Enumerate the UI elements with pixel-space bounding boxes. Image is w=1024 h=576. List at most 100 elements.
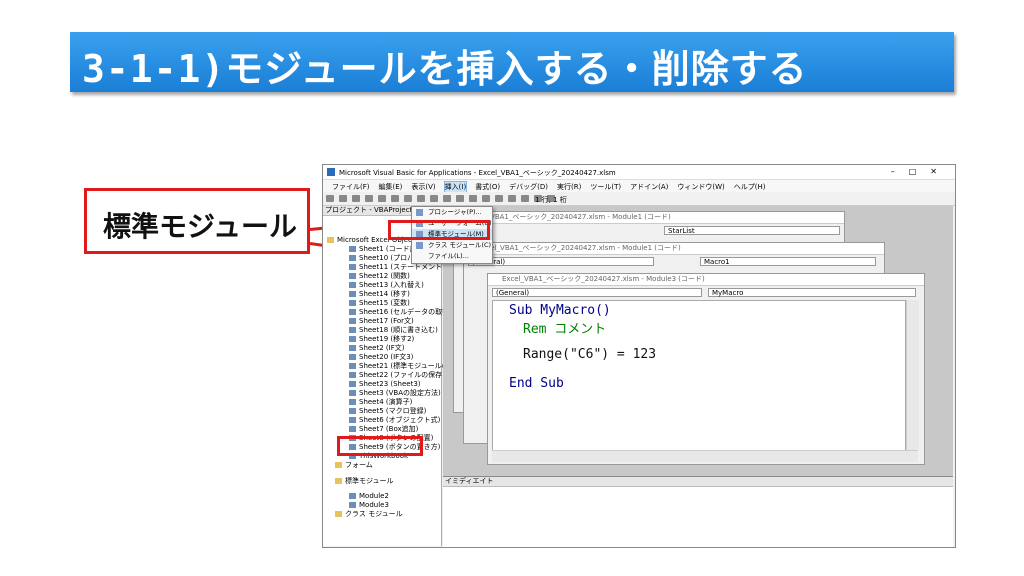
insert-module-icon[interactable] [339,195,347,202]
menu-file[interactable]: ファイル(F) [332,182,370,192]
folder-icon [335,462,342,468]
code-editor[interactable]: Sub MyMacro() Rem コメント Range("C6") = 123… [492,300,906,452]
object-combo[interactable]: (General) [492,288,702,297]
sheet-icon [349,426,356,432]
callout-box: 標準モジュール [84,188,310,254]
sheet-icon [349,327,356,333]
menu-insert[interactable]: 挿入(I) [443,181,468,193]
sheet-icon [349,390,356,396]
sheet-icon [349,399,356,405]
menu-window[interactable]: ウィンドウ(W) [677,182,724,192]
tree-node[interactable]: Sheet3 (VBAの設定方法) [349,389,441,398]
tree-node[interactable]: Sheet2 (IF文) [349,344,404,353]
paste-icon[interactable] [391,195,399,202]
redo-icon[interactable] [430,195,438,202]
tree-node[interactable]: Sheet18 (順に書き込む) [349,326,438,335]
tree-node[interactable]: Module3 [349,501,389,510]
immediate-window-title: イミディエイト [443,477,953,487]
cut-icon[interactable] [365,195,373,202]
menu-tools[interactable]: ツール(T) [590,182,621,192]
code-vertical-scrollbar[interactable] [906,300,919,450]
sheet-icon [349,318,356,324]
menu-help[interactable]: ヘルプ(H) [734,182,766,192]
save-icon[interactable] [352,195,360,202]
tree-node[interactable]: Module2 [349,492,389,501]
code-line-end-sub: End Sub [509,376,564,391]
procedure-icon [416,209,423,216]
sheet-icon [349,345,356,351]
sheet-icon [349,408,356,414]
tree-node[interactable]: Sheet20 (IF文3) [349,353,413,362]
tree-node[interactable]: Sheet13 (入れ替え) [349,281,424,290]
cursor-position: 1 行, 1 桁 [535,196,567,204]
insert-file-item[interactable]: ファイル(L)... [412,251,492,262]
tree-node[interactable]: クラス モジュール [335,510,403,519]
sheet-icon [349,336,356,342]
sheet-icon [349,246,356,252]
code-window-3: Excel_VBA1_ベーシック_20240427.xlsm - Module3… [487,273,925,465]
sheet-icon [349,417,356,423]
run-icon[interactable] [443,195,451,202]
tree-node-standard-module[interactable]: 標準モジュール [335,477,394,486]
procedure-combo-2[interactable]: Macro1 [700,257,876,266]
tree-node[interactable]: Sheet12 (関数) [349,272,410,281]
vbe-title-bar: Microsoft Visual Basic for Applications … [323,165,955,180]
tree-node[interactable]: Sheet4 (演算子) [349,398,412,407]
folder-icon [327,237,334,243]
window-controls[interactable]: –□✕ [891,167,951,176]
highlight-standard-module-tree [337,436,423,456]
tree-node[interactable]: Sheet5 (マクロ登録) [349,407,426,416]
menu-format[interactable]: 書式(O) [475,182,500,192]
tree-node[interactable]: Sheet6 (オブジェクト式) [349,416,440,425]
vbe-toolbar: 1 行, 1 桁 [323,192,955,206]
sheet-icon [349,300,356,306]
menu-view[interactable]: 表示(V) [411,182,435,192]
tree-node[interactable]: Sheet14 (移す) [349,290,410,299]
project-explorer-icon[interactable] [495,195,503,202]
pause-icon[interactable] [456,195,464,202]
tree-node[interactable]: Sheet11 (ステートメント) [349,263,445,272]
design-mode-icon[interactable] [482,195,490,202]
procedure-combo-1[interactable]: StarList [664,226,840,235]
tree-node[interactable]: Sheet17 (For文) [349,317,414,326]
immediate-window[interactable]: イミディエイト [443,476,953,547]
sheet-icon [349,372,356,378]
slide-title: 3-1-1)モジュールを挿入する・削除する [82,47,808,91]
object-browser-icon[interactable] [521,195,529,202]
tree-node[interactable]: Sheet23 (Sheet3) [349,380,421,389]
find-icon[interactable] [404,195,412,202]
code-horizontal-scrollbar[interactable] [492,450,918,462]
excel-view-icon[interactable] [326,195,334,202]
undo-icon[interactable] [417,195,425,202]
tree-node[interactable]: Sheet19 (移す2) [349,335,414,344]
sheet-icon [349,264,356,270]
tree-node[interactable]: Sheet7 (Box追加) [349,425,418,434]
object-combo-2[interactable]: (General) [468,257,654,266]
sheet-icon [349,309,356,315]
tree-node[interactable]: Sheet15 (変数) [349,299,410,308]
code-window-1-title: Excel_VBA1_ベーシック_20240427.xlsm - Module1… [454,212,844,224]
copy-icon[interactable] [378,195,386,202]
procedure-combo[interactable]: MyMacro [708,288,916,297]
tree-node[interactable]: フォーム [335,461,373,470]
insert-class-module-item[interactable]: クラス モジュール(C) [412,240,492,251]
vba-app-icon [327,168,335,176]
stop-icon[interactable] [469,195,477,202]
module-icon [349,502,356,508]
tree-node[interactable]: Sheet16 (セルデータの取得) [349,308,452,317]
folder-icon [335,478,342,484]
code-window-3-title: Excel_VBA1_ベーシック_20240427.xlsm - Module3… [488,274,924,286]
mdi-area: Excel_VBA1_ベーシック_20240427.xlsm - Module1… [443,206,953,476]
code-line-sub: Sub MyMacro() [509,303,611,318]
menu-run[interactable]: 実行(R) [557,182,581,192]
code-window-2-title: Excel_VBA1_ベーシック_20240427.xlsm - Module1… [464,243,884,255]
callout-label: 標準モジュール [103,210,298,243]
properties-icon[interactable] [508,195,516,202]
menu-edit[interactable]: 編集(E) [379,182,403,192]
menu-addins[interactable]: アドイン(A) [630,182,668,192]
code-line-range: Range("C6") = 123 [523,347,657,362]
menu-debug[interactable]: デバッグ(D) [509,182,548,192]
tree-node[interactable]: Sheet22 (ファイルの保存) [349,371,445,380]
sheet-icon [349,363,356,369]
insert-procedure-item[interactable]: プロシージャ(P)... [412,207,492,218]
